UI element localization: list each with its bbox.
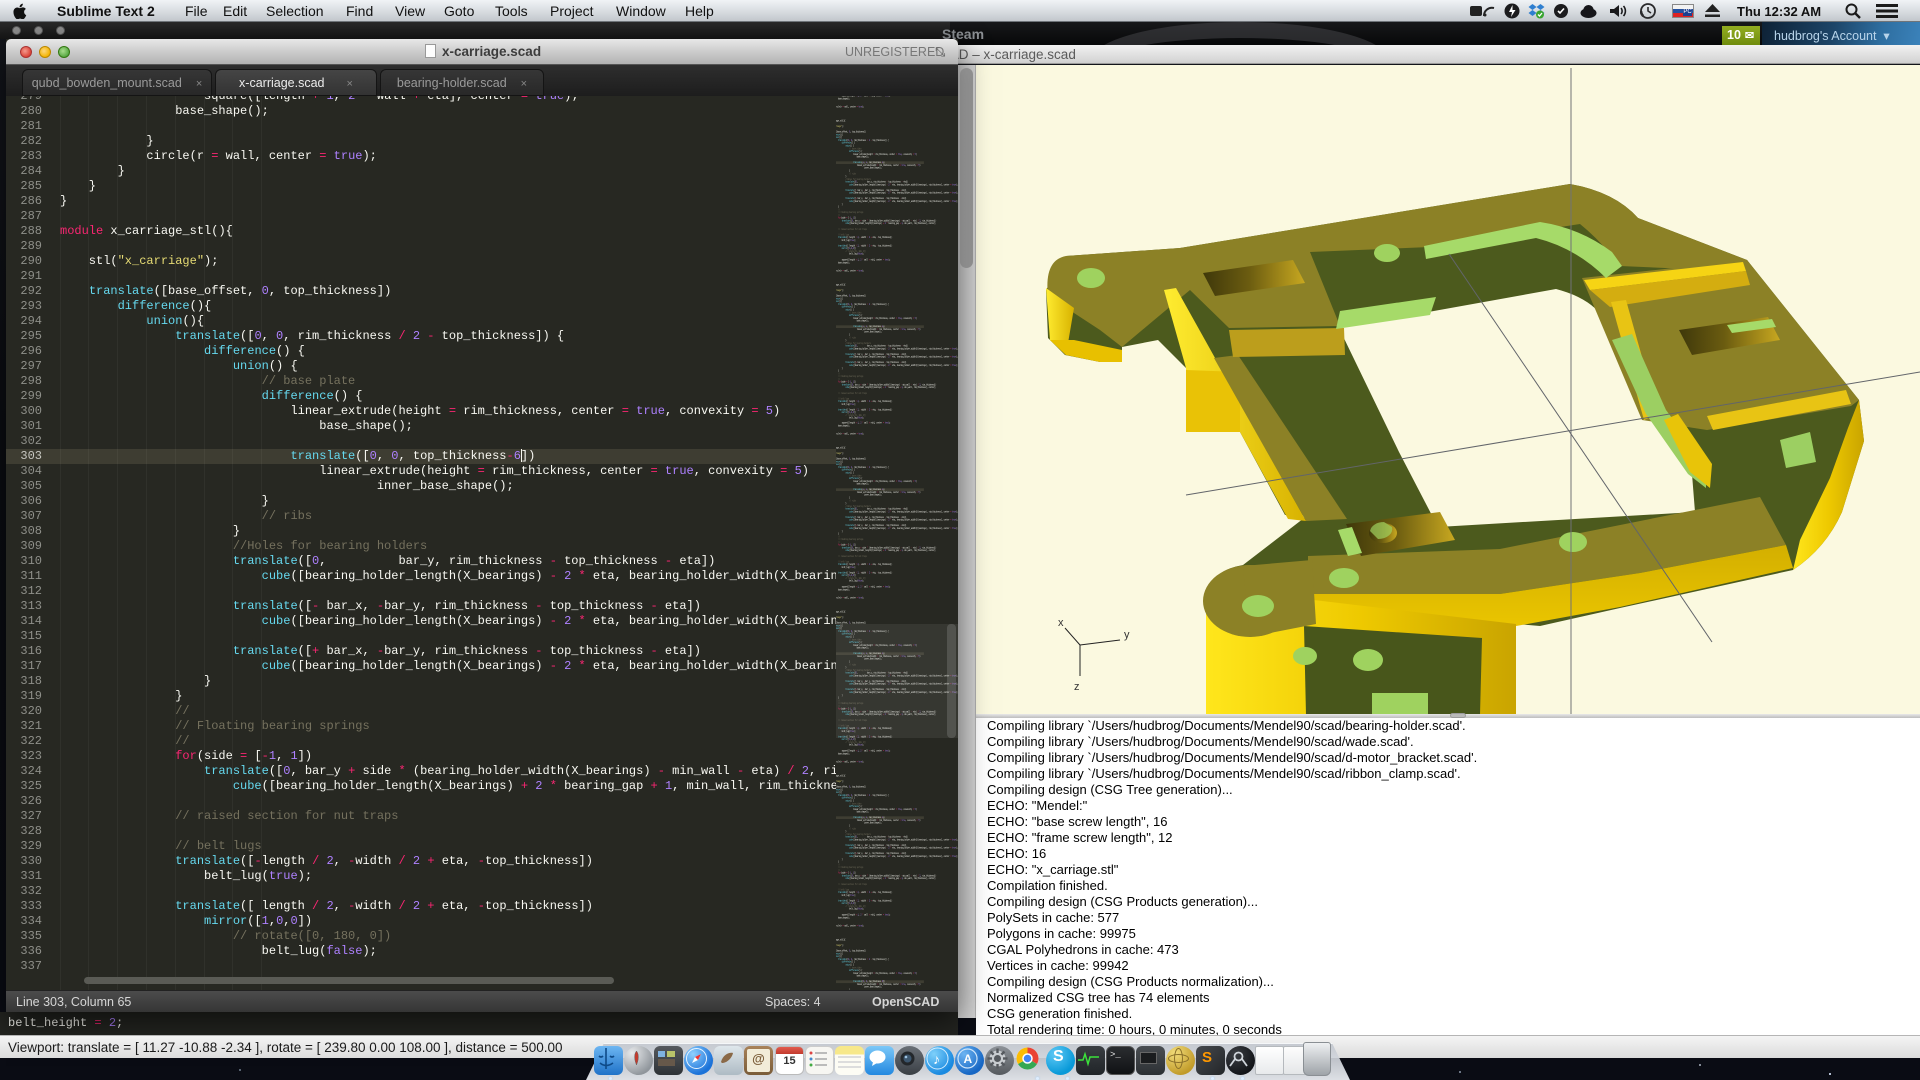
svg-text:x: x bbox=[1058, 617, 1064, 629]
svg-text:A: A bbox=[964, 1052, 973, 1066]
svg-text:z: z bbox=[1074, 681, 1080, 693]
svg-text:♪: ♪ bbox=[933, 1051, 940, 1067]
svg-text:y: y bbox=[1124, 629, 1130, 641]
